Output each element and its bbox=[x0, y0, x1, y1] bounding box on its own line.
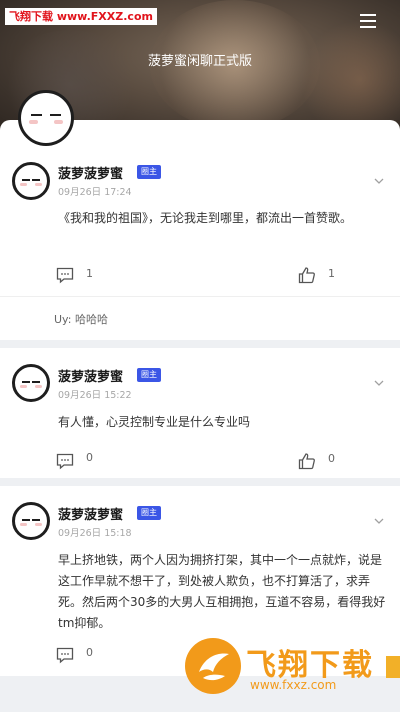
chevron-down-icon[interactable] bbox=[374, 378, 384, 388]
scroll-to-top-tab[interactable] bbox=[386, 656, 400, 678]
divider bbox=[0, 296, 400, 297]
username[interactable]: 菠萝菠萝蜜 bbox=[58, 504, 123, 523]
chevron-down-icon[interactable] bbox=[374, 516, 384, 526]
comment-count: 0 bbox=[86, 451, 93, 464]
post-card[interactable]: 菠萝菠萝蜜 圈主 09月26日 15:22 有人懂，心灵控制专业是什么专业吗 0… bbox=[0, 348, 400, 478]
owner-badge: 圈主 bbox=[137, 165, 161, 179]
avatar[interactable] bbox=[12, 364, 50, 402]
post-time: 09月26日 17:24 bbox=[58, 187, 132, 198]
menu-icon[interactable] bbox=[360, 14, 376, 28]
like-count: 0 bbox=[328, 452, 335, 465]
watermark-logo-icon bbox=[185, 638, 241, 694]
comment-icon[interactable] bbox=[56, 646, 74, 664]
post-card[interactable]: 菠萝菠萝蜜 圈主 09月26日 17:24 《我和我的祖国》，无论我走到哪里，都… bbox=[0, 120, 400, 340]
chevron-down-icon[interactable] bbox=[374, 176, 384, 186]
post-text: 早上挤地铁，两个人因为拥挤打架，其中一个一点就炸，说是这工作早就不想干了，到处被… bbox=[58, 553, 386, 630]
post-time: 09月26日 15:22 bbox=[58, 390, 132, 401]
comment-count: 1 bbox=[86, 267, 93, 280]
post-text: 有人懂，心灵控制专业是什么专业吗 bbox=[58, 415, 251, 429]
comment-icon[interactable] bbox=[56, 452, 74, 470]
group-title: 菠萝蜜闲聊正式版 bbox=[147, 54, 252, 69]
comment-icon[interactable] bbox=[56, 266, 74, 284]
group-avatar[interactable] bbox=[18, 90, 74, 146]
watermark: 飞翔下载 www.FXXZ.com bbox=[5, 8, 157, 25]
avatar[interactable] bbox=[12, 502, 50, 540]
owner-badge: 圈主 bbox=[137, 506, 161, 520]
username[interactable]: 菠萝菠萝蜜 bbox=[58, 163, 123, 182]
post-time: 09月26日 15:18 bbox=[58, 528, 132, 539]
like-count: 1 bbox=[328, 267, 335, 280]
like-icon[interactable] bbox=[298, 452, 316, 470]
reply-preview[interactable]: Uy: 哈哈哈 bbox=[54, 311, 108, 327]
like-icon[interactable] bbox=[298, 266, 316, 284]
watermark-logo-url: www.fxxz.com bbox=[250, 678, 337, 692]
post-text: 《我和我的祖国》，无论我走到哪里，都流出一首赞歌。 bbox=[58, 211, 353, 225]
username[interactable]: 菠萝菠萝蜜 bbox=[58, 366, 123, 385]
avatar[interactable] bbox=[12, 162, 50, 200]
owner-badge: 圈主 bbox=[137, 368, 161, 382]
comment-count: 0 bbox=[86, 646, 93, 659]
